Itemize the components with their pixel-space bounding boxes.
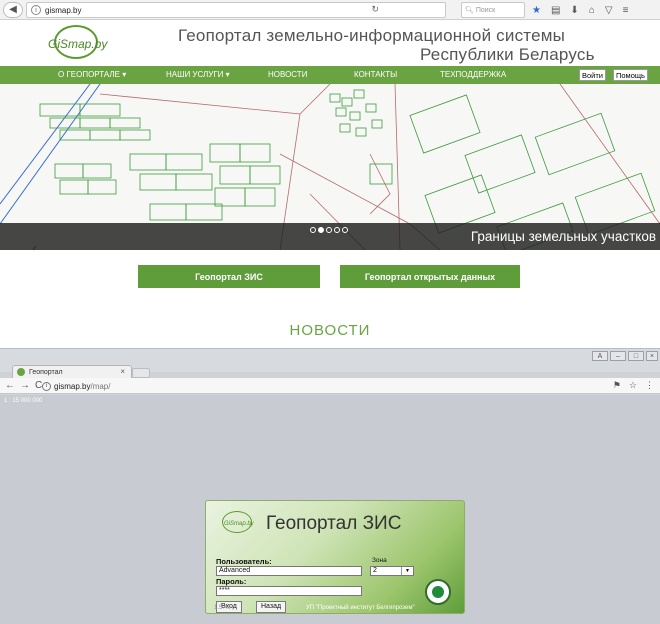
menu-icon[interactable]: ⋮ [645, 380, 654, 391]
extension-icon[interactable]: ⚑ [613, 380, 621, 391]
bookmark-star-icon[interactable]: ★ [532, 5, 541, 16]
chrome-window: Геопортал × A – □ × ← → C i gismap.by/ma… [0, 348, 660, 624]
slider-dots [310, 227, 348, 233]
address-bar[interactable]: i gismap.by ↻ [26, 2, 446, 18]
browser-tab[interactable]: Геопортал × [12, 365, 132, 378]
slider-dot-2[interactable] [318, 227, 324, 233]
maximize-icon[interactable]: □ [628, 351, 644, 361]
menu-icon[interactable]: ≡ [623, 5, 629, 16]
search-icon: 🔍︎ [465, 7, 474, 14]
info-icon[interactable]: i [31, 5, 41, 15]
search-input[interactable]: 🔍︎ Поиск [461, 2, 525, 18]
main-navigation: О ГЕОПОРТАЛЕ ▾ НАШИ УСЛУГИ ▾ НОВОСТИ КОН… [0, 66, 660, 84]
favicon-icon [17, 368, 25, 376]
logo-text: GiSmap.by [48, 37, 108, 51]
new-tab-button[interactable] [132, 368, 150, 378]
zone-value: 2 [373, 567, 377, 574]
back-icon[interactable]: ◀ [3, 1, 23, 18]
toolbar-icons: ★ ▤ ⬇ ⌂ ▽ ≡ [532, 0, 628, 20]
nav-about[interactable]: О ГЕОПОРТАЛЕ ▾ [58, 70, 126, 79]
slider-dot-3[interactable] [326, 227, 332, 233]
back-icon[interactable]: ← [5, 380, 15, 391]
login-dialog: GiSmap.by Геопортал ЗИС Пользователь: Ad… [205, 500, 465, 614]
help-button[interactable]: Помощь [613, 69, 648, 81]
minimize-icon[interactable]: – [610, 351, 626, 361]
password-field[interactable]: **** [216, 586, 362, 596]
user-field[interactable]: Advanced [216, 566, 362, 576]
chrome-toolbar: ← → C i gismap.by/map/ ⚑ ☆ ⋮ [0, 378, 660, 394]
nav-news[interactable]: НОВОСТИ [268, 70, 307, 79]
url-host: gismap.by [54, 381, 91, 391]
pocket-icon[interactable]: ▽ [605, 5, 613, 16]
institute-seal-icon [425, 579, 451, 605]
site-title-line1: Геопортал земельно-информационной систем… [178, 26, 566, 45]
news-heading: НОВОСТИ [289, 322, 371, 339]
close-window-icon[interactable]: × [646, 351, 658, 361]
login-button[interactable]: Войти [579, 69, 606, 81]
banner-caption: Границы земельных участков [470, 229, 656, 244]
chrome-right-icons: ⚑ ☆ ⋮ [613, 380, 654, 391]
bookmarks-list-icon[interactable]: ▤ [551, 5, 560, 16]
geoportal-zis-button[interactable]: Геопортал ЗИС [138, 265, 320, 288]
login-logo: GiSmap.by [218, 511, 258, 539]
tab-bar: Геопортал × A – □ × [0, 348, 660, 378]
address-text: gismap.by [45, 5, 82, 15]
search-placeholder: Поиск [475, 6, 496, 14]
tab-title: Геопортал [29, 368, 63, 376]
login-logo-text: GiSmap.by [224, 521, 254, 527]
slider-dot-4[interactable] [334, 227, 340, 233]
nav-contacts[interactable]: КОНТАКТЫ [354, 70, 397, 79]
info-icon[interactable]: i [42, 381, 51, 391]
open-data-button[interactable]: Геопортал открытых данных [340, 265, 520, 288]
bookmark-star-icon[interactable]: ☆ [629, 380, 637, 391]
nav-services[interactable]: НАШИ УСЛУГИ ▾ [166, 70, 230, 79]
reload-icon[interactable]: ↻ [371, 4, 379, 15]
url-path: /map/ [90, 381, 111, 391]
home-icon[interactable]: ⌂ [589, 5, 595, 16]
profile-icon[interactable]: A [592, 351, 608, 361]
slider-dot-5[interactable] [342, 227, 348, 233]
zone-select[interactable]: 2 ▼ [370, 566, 414, 576]
close-tab-icon[interactable]: × [120, 367, 125, 376]
scale-text: 1 : 15 000 000 [4, 398, 43, 404]
version-text: 1.5.40 [214, 605, 231, 611]
firefox-toolbar: ◀ i gismap.by ↻ 🔍︎ Поиск ★ ▤ ⬇ ⌂ ▽ ≡ [0, 0, 660, 20]
address-bar[interactable]: i gismap.by/map/ [42, 380, 614, 392]
slider-dot-1[interactable] [310, 227, 316, 233]
site-title-line2: Республики Беларусь [420, 45, 595, 64]
nav-support[interactable]: ТЕХПОДДЕРЖКА [440, 70, 506, 79]
chevron-down-icon: ▼ [401, 567, 413, 575]
login-title: Геопортал ЗИС [266, 513, 402, 534]
forward-icon[interactable]: → [20, 380, 30, 391]
zone-label: Зона [372, 557, 387, 564]
site-logo[interactable]: GiSmap.by [44, 25, 114, 67]
download-icon[interactable]: ⬇ [570, 5, 578, 16]
institute-text: УП "Проектный институт Белгипрозем" [306, 605, 415, 611]
site-header: GiSmap.by Геопортал земельно-информацион… [0, 20, 660, 66]
password-label: Пароль: [216, 577, 247, 586]
back-button[interactable]: Назад [256, 601, 287, 613]
user-label: Пользователь: [216, 557, 272, 566]
map-page: 1 : 15 000 000 GiSmap.by Геопортал ЗИС П… [0, 395, 660, 624]
